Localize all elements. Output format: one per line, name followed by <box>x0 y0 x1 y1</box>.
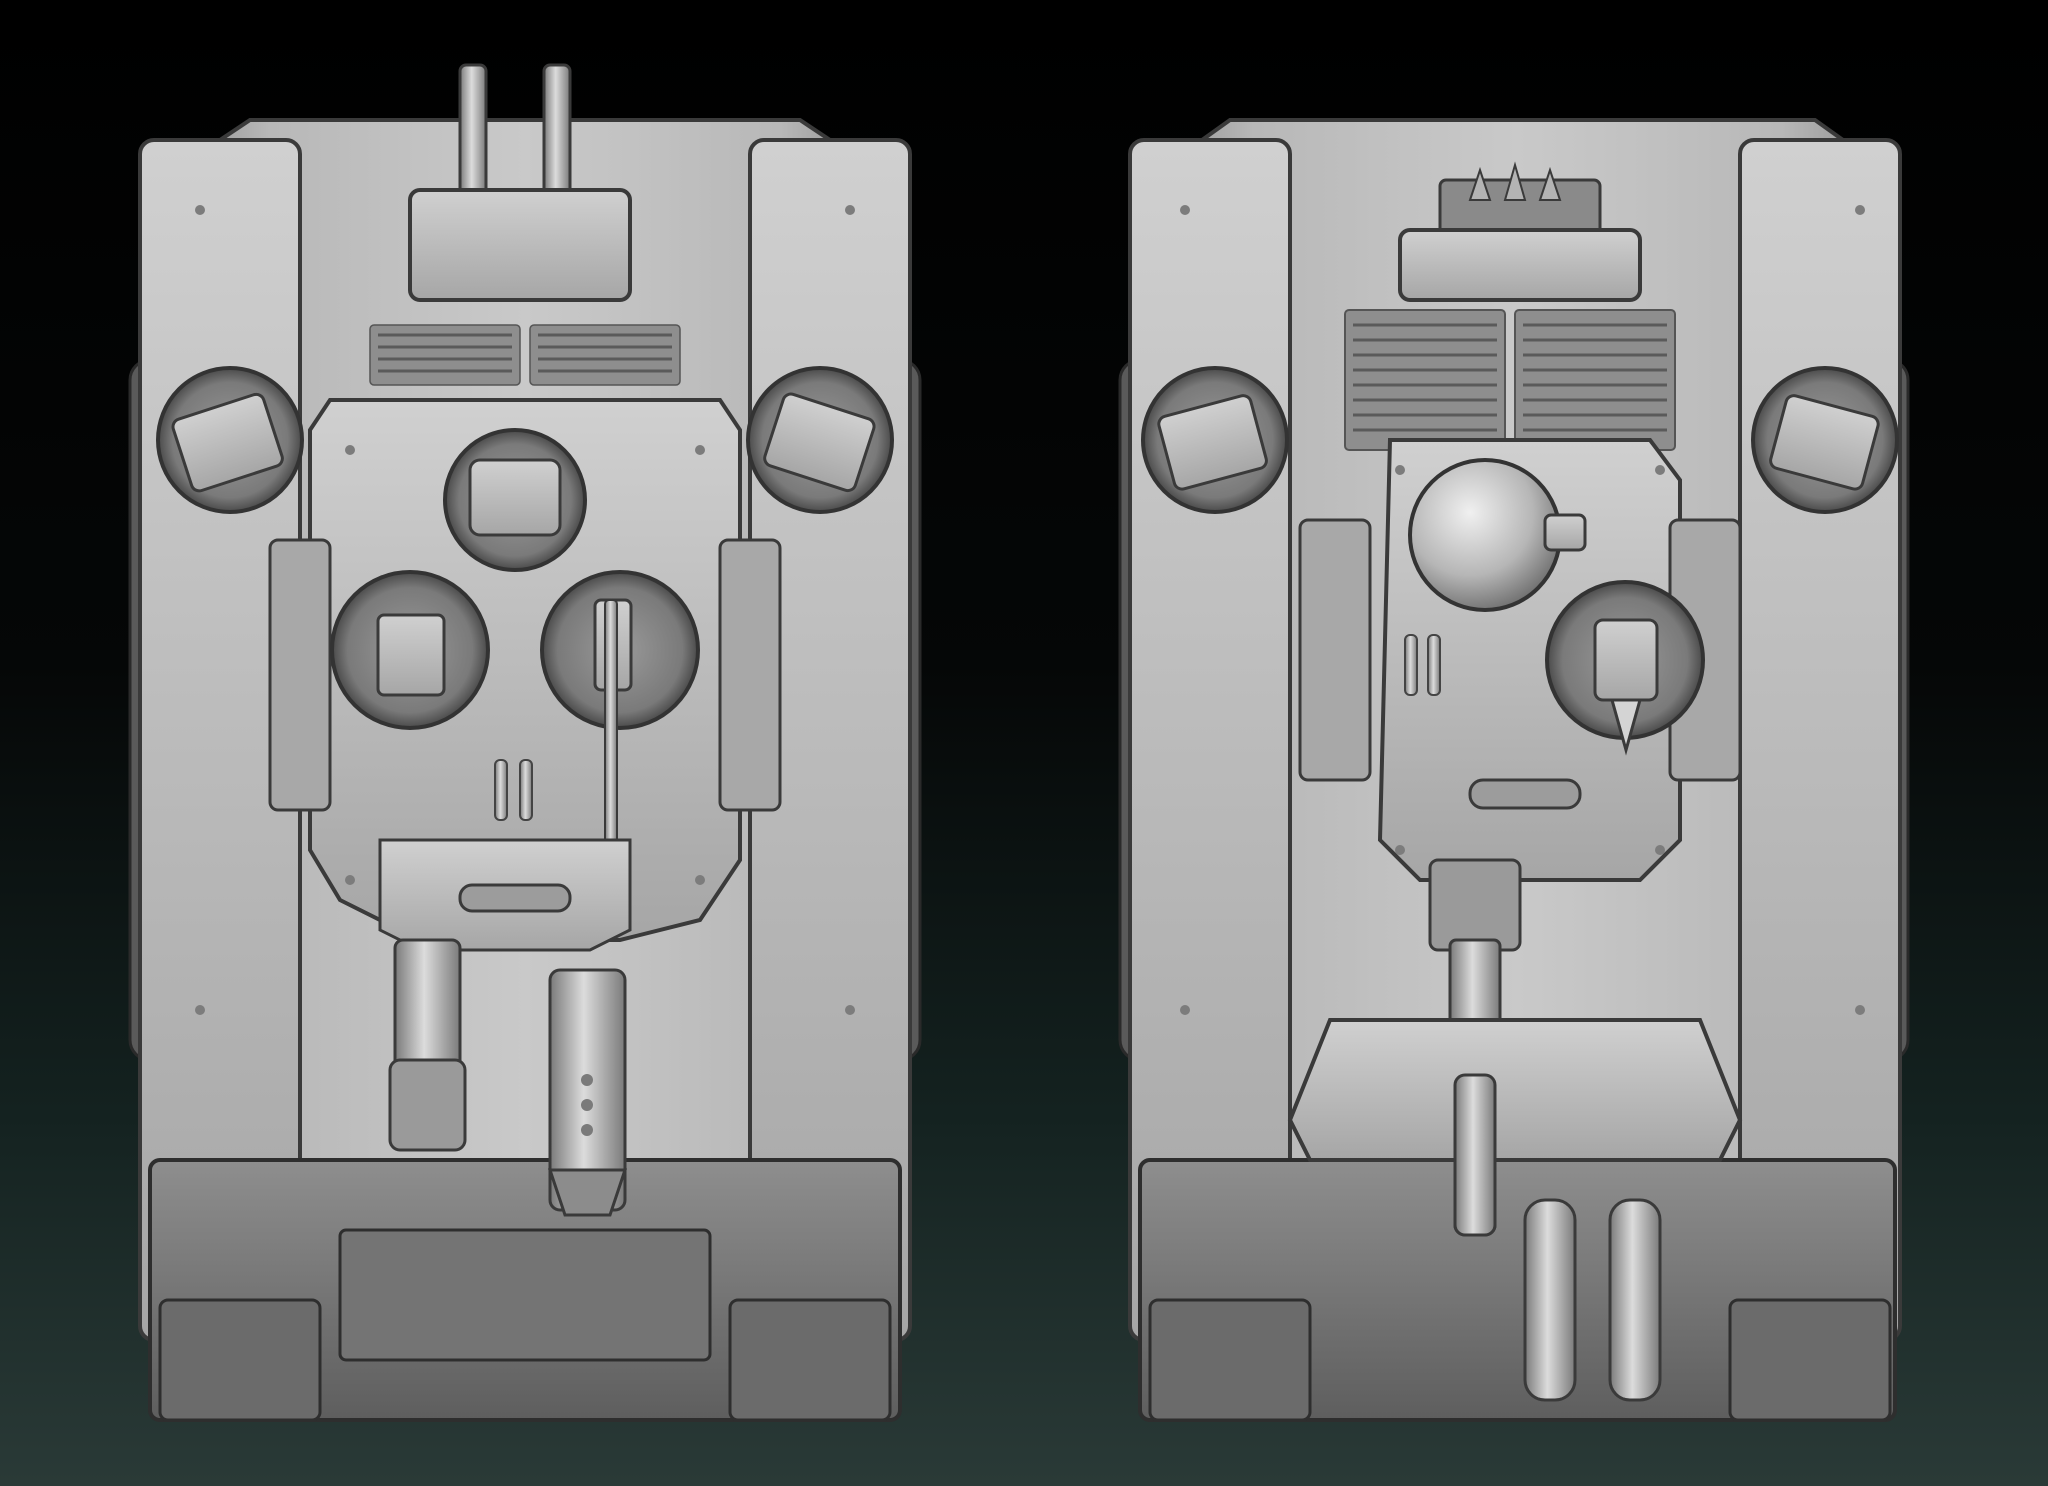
render-canvas <box>128 63 1910 1422</box>
tank-left <box>128 63 922 1422</box>
tank-right <box>1118 118 1910 1422</box>
render-stage <box>0 0 2048 1486</box>
